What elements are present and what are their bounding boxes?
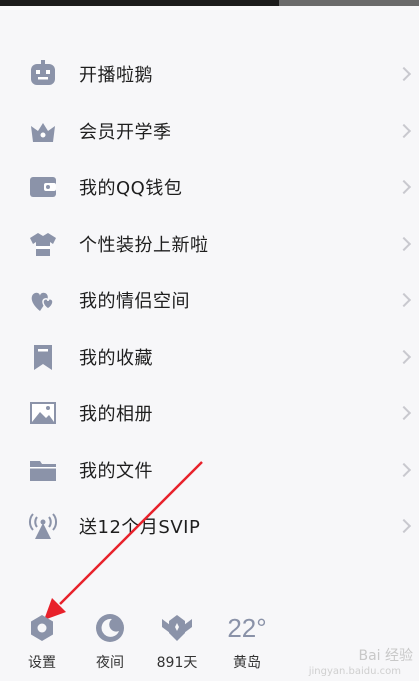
weather-city: 黄岛 — [233, 655, 261, 671]
night-mode-button[interactable]: 夜间 — [88, 608, 132, 672]
settings-button[interactable]: 设置 — [22, 608, 62, 672]
days-label: 891天 — [156, 655, 198, 671]
gear-icon — [22, 608, 62, 648]
weather-button[interactable]: 22° 黄岛 — [222, 608, 272, 672]
watermark: Bai 经验 — [358, 648, 413, 664]
days-button[interactable]: 891天 — [152, 608, 202, 672]
weather-temperature: 22° — [227, 613, 267, 643]
badge-icon — [152, 608, 202, 648]
annotation-arrow — [44, 461, 203, 620]
night-label: 夜间 — [96, 655, 124, 671]
moon-icon — [88, 608, 132, 648]
settings-label: 设置 — [28, 655, 56, 671]
watermark-url: jingyan.baidu.com — [308, 666, 401, 677]
